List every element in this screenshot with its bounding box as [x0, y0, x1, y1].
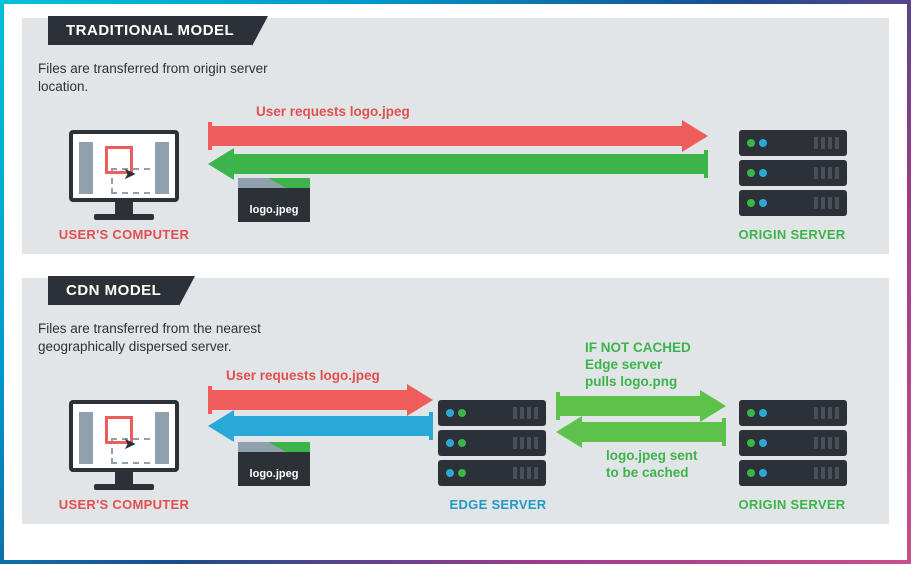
edge-server	[438, 400, 546, 490]
arrow-response	[208, 154, 708, 174]
diagram-frame: TRADITIONAL MODEL Files are transferred …	[4, 4, 907, 560]
label-return-1: logo.jpeg sent	[606, 448, 698, 463]
monitor-icon: ➤	[69, 400, 179, 472]
user-computer: ➤	[64, 400, 184, 490]
label-not-cached-2: Edge server	[585, 357, 662, 372]
panel-cdn: CDN MODEL Files are transferred from the…	[22, 278, 889, 524]
label-request: User requests logo.jpeg	[226, 368, 380, 385]
label-request: User requests logo.jpeg	[256, 104, 410, 121]
diagram-traditional: ➤ USER'S COMPUTER User requests logo.jpe…	[38, 96, 873, 246]
diagram-cdn: ➤ USER'S COMPUTER User requests logo.jpe…	[38, 356, 873, 516]
arrow-edge-origin	[556, 396, 726, 416]
file-chip-label: logo.jpeg	[238, 468, 310, 480]
panel-traditional: TRADITIONAL MODEL Files are transferred …	[22, 18, 889, 254]
label-not-cached-3: pulls logo.png	[585, 374, 677, 389]
file-chip: logo.jpeg	[238, 442, 310, 486]
edge-server-label: EDGE SERVER	[438, 497, 558, 512]
origin-server-label: ORIGIN SERVER	[727, 227, 857, 242]
arrow-origin-edge	[556, 422, 726, 442]
label-return-2: to be cached	[606, 465, 689, 480]
arrow-edge-user	[208, 416, 433, 436]
file-chip-label: logo.jpeg	[238, 204, 310, 216]
user-computer: ➤	[64, 130, 184, 220]
cursor-icon: ➤	[123, 164, 136, 184]
origin-server-label: ORIGIN SERVER	[727, 497, 857, 512]
tab-traditional: TRADITIONAL MODEL	[48, 16, 252, 45]
arrow-request	[208, 126, 708, 146]
file-chip: logo.jpeg	[238, 178, 310, 222]
user-computer-label: USER'S COMPUTER	[54, 497, 194, 512]
tab-cdn: CDN MODEL	[48, 276, 179, 305]
cursor-icon: ➤	[123, 434, 136, 454]
origin-server	[739, 400, 847, 490]
arrow-user-edge	[208, 390, 433, 410]
user-computer-label: USER'S COMPUTER	[54, 227, 194, 242]
label-not-cached: IF NOT CACHED Edge server pulls logo.png	[585, 340, 691, 391]
origin-server	[739, 130, 847, 220]
label-not-cached-1: IF NOT CACHED	[585, 340, 691, 355]
label-return: logo.jpeg sent to be cached	[606, 448, 698, 482]
sub-cdn: Files are transferred from the nearest g…	[38, 320, 338, 356]
sub-traditional: Files are transferred from origin server…	[38, 60, 298, 96]
monitor-icon: ➤	[69, 130, 179, 202]
